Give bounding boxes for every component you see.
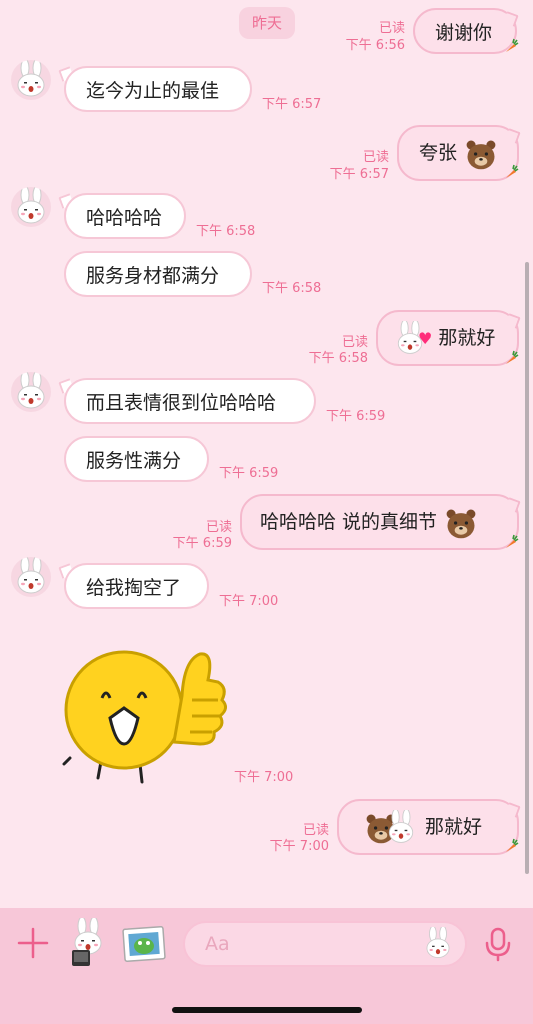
message-time: 下午 6:58: [308, 351, 368, 366]
carrot-icon: [503, 350, 519, 366]
message-bubble-incoming[interactable]: 给我掏空了: [64, 563, 209, 609]
message-time: 下午 6:59: [326, 409, 386, 424]
message-time: 下午 7:00: [269, 839, 329, 854]
date-divider: 昨天: [239, 7, 295, 39]
avatar[interactable]: [11, 187, 51, 227]
message-time: 下午 6:57: [262, 97, 322, 112]
avatar[interactable]: [11, 60, 51, 100]
carrot-icon: [503, 164, 519, 180]
photo-icon[interactable]: [122, 924, 166, 964]
message-bubble-outgoing[interactable]: 夸张: [397, 125, 519, 181]
brown-bear-sticker-icon: [463, 136, 499, 172]
carrot-icon: [503, 534, 519, 550]
plus-icon[interactable]: [16, 926, 50, 960]
message-bubble-incoming[interactable]: 迄今为止的最佳: [64, 66, 252, 112]
scrollbar[interactable]: [525, 262, 529, 874]
message-text: 那就好: [438, 327, 496, 349]
chat-area: 昨天 已读 下午 6:56 谢谢你 迄今为止的最佳 下午 6:57 已读 下午 …: [0, 0, 533, 908]
message-time: 下午 7:00: [234, 770, 294, 785]
message-text: 迄今为止的最佳: [86, 80, 220, 102]
input-placeholder: Aa: [205, 933, 230, 955]
message-bubble-incoming[interactable]: 服务性满分: [64, 436, 209, 482]
brown-bear-heart-eyes-sticker-icon: [443, 505, 479, 541]
message-time: 下午 6:58: [262, 281, 322, 296]
message-text: 哈哈哈哈 说的真细节: [260, 511, 438, 533]
message-text: 哈哈哈哈: [86, 207, 163, 229]
message-bubble-incoming[interactable]: 哈哈哈哈: [64, 193, 186, 239]
message-time: 下午 6:57: [329, 167, 389, 182]
message-time: 下午 6:59: [172, 536, 232, 551]
message-bubble-outgoing[interactable]: ♥ 那就好: [376, 310, 519, 366]
message-bubble-outgoing[interactable]: 谢谢你: [413, 8, 517, 54]
message-input[interactable]: Aa: [183, 921, 467, 967]
yellow-thumbs-up-sticker[interactable]: [62, 640, 234, 788]
message-bubble-incoming[interactable]: 服务身材都满分: [64, 251, 252, 297]
avatar[interactable]: [11, 372, 51, 412]
message-text: 给我掏空了: [86, 577, 182, 599]
message-text: 服务性满分: [86, 450, 182, 472]
heart-icon: ♥: [418, 329, 433, 348]
message-text: 夸张: [419, 142, 458, 164]
message-text: 服务身材都满分: [86, 265, 220, 287]
message-text: 那就好: [425, 816, 483, 838]
message-time: 下午 6:59: [219, 466, 279, 481]
bunny-sticker-icon[interactable]: [66, 918, 116, 970]
message-time: 下午 7:00: [219, 594, 279, 609]
carrot-icon: [503, 838, 519, 854]
home-indicator[interactable]: [172, 1007, 362, 1013]
message-bubble-outgoing[interactable]: 那就好: [337, 799, 519, 855]
message-text: 谢谢你: [435, 22, 493, 44]
message-time: 下午 6:58: [196, 224, 256, 239]
avatar[interactable]: [11, 557, 51, 597]
carrot-icon: [503, 38, 519, 54]
bunny-emoji-icon[interactable]: [421, 927, 455, 961]
message-bubble-outgoing[interactable]: 哈哈哈哈 说的真细节: [240, 494, 519, 550]
bunny-sticker-icon: [383, 810, 419, 846]
message-text: 而且表情很到位哈哈哈: [86, 392, 277, 414]
microphone-icon[interactable]: [482, 926, 514, 962]
message-bubble-incoming[interactable]: 而且表情很到位哈哈哈: [64, 378, 316, 424]
message-time: 下午 6:56: [345, 38, 405, 53]
